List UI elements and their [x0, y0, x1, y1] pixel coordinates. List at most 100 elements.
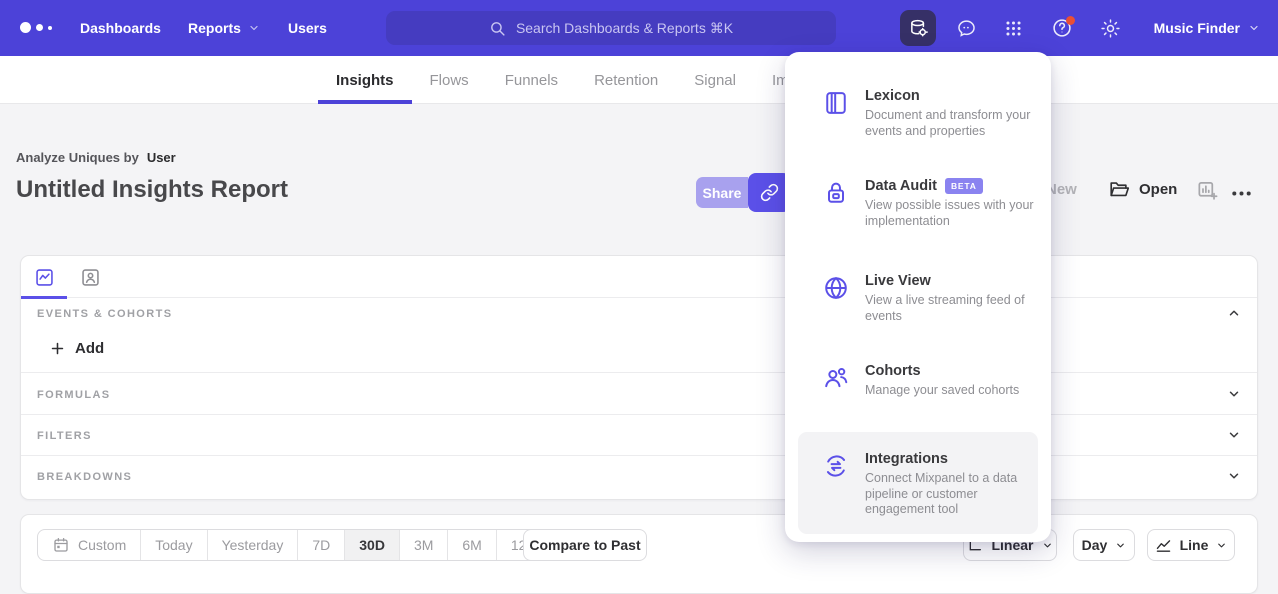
apps-grid-button[interactable] [995, 10, 1031, 46]
formulas-section-label: FORMULAS [37, 389, 111, 401]
search-input[interactable]: Search Dashboards & Reports ⌘K [386, 11, 836, 45]
expand-filters-button[interactable] [1227, 428, 1241, 442]
interval-label: Day [1082, 537, 1108, 553]
collapse-events-button[interactable] [1227, 306, 1241, 320]
beta-badge: BETA [945, 178, 983, 194]
chevron-down-icon [248, 22, 260, 34]
report-tabbar: Insights Flows Funnels Retention Signal … [0, 56, 1278, 104]
menu-item-description: Document and transform your events and p… [865, 108, 1037, 139]
integrations-icon [822, 452, 850, 518]
menu-item-title: Cohorts [865, 363, 921, 379]
range-custom[interactable]: Custom [38, 530, 141, 560]
nav-dashboards[interactable]: Dashboards [80, 0, 161, 56]
more-options-button[interactable] [1230, 182, 1253, 205]
data-management-button[interactable] [900, 10, 936, 46]
menu-item-description: Connect Mixpanel to a data pipeline or c… [865, 471, 1037, 518]
grid-dots-icon [1004, 19, 1023, 38]
expand-breakdowns-button[interactable] [1227, 469, 1241, 483]
help-button[interactable] [1044, 10, 1080, 46]
interval-dropdown[interactable]: Day [1073, 529, 1135, 561]
range-label: Today [155, 537, 192, 553]
chevron-down-icon [1216, 540, 1227, 551]
chevron-down-icon [1227, 428, 1241, 442]
date-range-segmented-control: Custom Today Yesterday 7D 30D 3M 6M 12M [37, 529, 553, 561]
nav-users[interactable]: Users [288, 0, 327, 56]
logo-dot [20, 22, 31, 33]
logo-dot [48, 26, 52, 30]
range-7d[interactable]: 7D [298, 530, 345, 560]
expand-formulas-button[interactable] [1227, 387, 1241, 401]
share-button[interactable]: Share [696, 177, 748, 208]
events-cohorts-section-label: EVENTS & COHORTS [37, 308, 172, 320]
nav-users-label: Users [288, 20, 327, 36]
tab-label: Insights [336, 72, 394, 89]
menu-item-lexicon[interactable]: Lexicon Document and transform your even… [785, 88, 1051, 139]
query-tab-profiles[interactable] [67, 256, 113, 298]
report-title[interactable]: Untitled Insights Report [16, 176, 288, 204]
range-30d[interactable]: 30D [345, 530, 400, 560]
project-switcher[interactable]: Music Finder [1154, 0, 1260, 56]
open-label: Open [1139, 181, 1177, 198]
chevron-down-icon [1115, 540, 1126, 551]
tab-flows[interactable]: Flows [412, 56, 487, 104]
feedback-button[interactable] [948, 10, 984, 46]
compare-label: Compare to Past [529, 537, 640, 553]
breakdowns-section-label: BREAKDOWNS [37, 471, 132, 483]
add-label: Add [75, 340, 104, 357]
tab-insights[interactable]: Insights [318, 56, 412, 104]
menu-item-title: Lexicon [865, 88, 920, 104]
data-management-dropdown: Lexicon Document and transform your even… [785, 52, 1051, 542]
chevron-down-icon [1227, 387, 1241, 401]
gear-icon [1100, 18, 1121, 39]
nav-reports[interactable]: Reports [188, 0, 260, 56]
menu-item-title: Live View [865, 273, 931, 289]
range-yesterday[interactable]: Yesterday [208, 530, 299, 560]
range-label: Yesterday [222, 537, 284, 553]
range-today[interactable]: Today [141, 530, 207, 560]
compare-to-past-button[interactable]: Compare to Past [523, 529, 647, 561]
lexicon-icon [822, 89, 850, 139]
date-range-toolbar: Custom Today Yesterday 7D 30D 3M 6M 12M … [20, 514, 1258, 594]
logo-dot [36, 24, 43, 31]
chart-type-label: Line [1180, 537, 1209, 553]
settings-button[interactable] [1092, 10, 1128, 46]
folder-icon [1108, 178, 1130, 200]
chevron-down-icon [1248, 22, 1260, 34]
mixpanel-logo[interactable] [20, 22, 52, 33]
chevron-up-icon [1227, 306, 1241, 320]
tab-funnels[interactable]: Funnels [487, 56, 576, 104]
range-label: 30D [359, 537, 385, 553]
top-navigation: Dashboards Reports Users Search Dashboar… [0, 0, 1278, 56]
globe-icon [822, 274, 850, 324]
menu-item-cohorts[interactable]: Cohorts Manage your saved cohorts [785, 363, 1051, 399]
menu-item-live-view[interactable]: Live View View a live streaming feed of … [785, 273, 1051, 324]
add-to-dashboard-button[interactable] [1196, 179, 1219, 202]
link-icon [760, 183, 779, 202]
chart-type-dropdown[interactable]: Line [1147, 529, 1235, 561]
analyze-value-selector[interactable]: User [147, 150, 176, 165]
chat-bubble-icon [956, 18, 977, 39]
open-report-button[interactable]: Open [1108, 178, 1177, 200]
tab-label: Flows [430, 72, 469, 89]
data-audit-icon [822, 179, 850, 229]
query-builder-panel: EVENTS & COHORTS Add FORMULAS FILTERS BR… [20, 255, 1258, 500]
query-tab-events[interactable] [21, 256, 67, 298]
range-label: 7D [312, 537, 330, 553]
range-6m[interactable]: 6M [448, 530, 496, 560]
board-add-icon [1196, 179, 1219, 202]
tab-signal[interactable]: Signal [676, 56, 754, 104]
add-event-button[interactable]: Add [49, 340, 104, 357]
menu-item-description: Manage your saved cohorts [865, 383, 1037, 399]
search-icon [489, 20, 506, 37]
database-gear-icon [908, 18, 929, 39]
menu-item-integrations[interactable]: Integrations Connect Mixpanel to a data … [785, 451, 1051, 518]
chevron-down-icon [1227, 469, 1241, 483]
tab-label: Funnels [505, 72, 558, 89]
range-3m[interactable]: 3M [400, 530, 448, 560]
menu-item-data-audit[interactable]: Data Audit BETA View possible issues wit… [785, 178, 1051, 229]
tab-retention[interactable]: Retention [576, 56, 676, 104]
menu-item-description: View possible issues with your implement… [865, 198, 1037, 229]
chevron-down-icon [1042, 540, 1053, 551]
cohorts-icon [822, 364, 850, 399]
profile-tab-icon [80, 267, 101, 288]
